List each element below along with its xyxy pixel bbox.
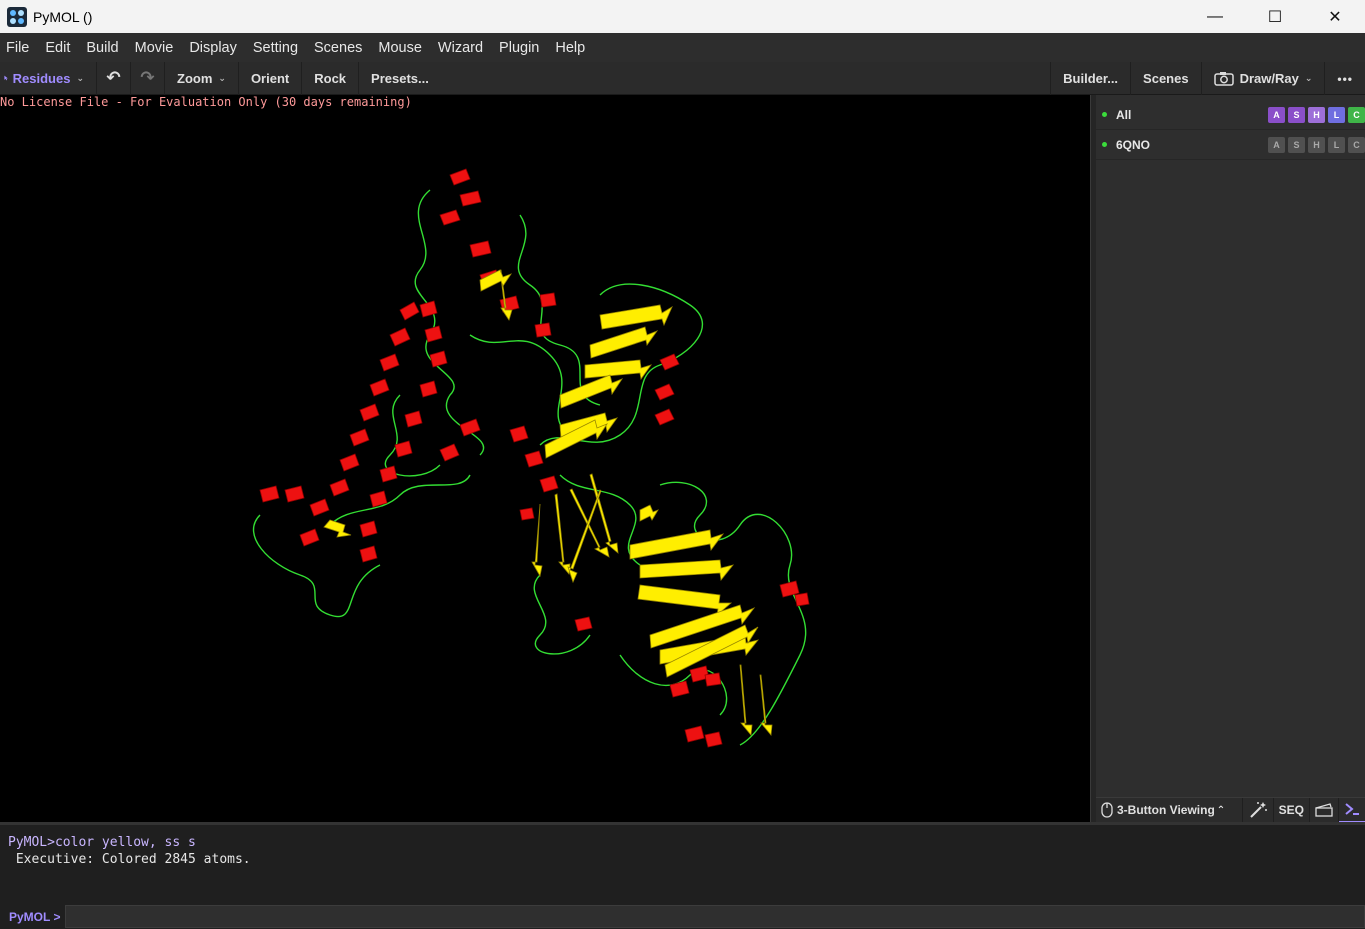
terminal-prompt-icon [1345,803,1359,815]
chevron-down-icon: ⌄ [1304,73,1313,83]
chevron-up-icon: ⌃ [1216,804,1226,816]
magic-wand-button[interactable] [1243,797,1274,823]
toolbar: Residues ⌄ ↶ ↷ Zoom ⌄ Orient Rock Presets… [0,61,1365,95]
rock-button[interactable]: Rock [302,61,360,95]
close-button[interactable]: ✕ [1305,0,1365,33]
mouse-mode-dropdown[interactable]: 3-Button Viewing ⌃ [1096,797,1243,823]
helix-segments [259,168,810,748]
pymol-prompt-label: PyMOL > [9,909,61,924]
menu-setting[interactable]: Setting [253,40,298,56]
chevron-down-icon: ⌄ [76,72,84,83]
label-button[interactable]: L [1328,137,1345,153]
console-output: PyMOL>color yellow, ss s Executive: Colo… [0,822,1365,907]
show-button[interactable]: S [1288,107,1305,123]
command-input[interactable] [65,905,1365,928]
loop-segments [253,189,807,746]
action-button[interactable]: A [1268,137,1285,153]
menu-display[interactable]: Display [189,40,237,56]
object-row-all[interactable]: All A S H L C [1096,100,1365,130]
mouse-mode-label: 3-Button Viewing [1117,803,1215,817]
menu-plugin[interactable]: Plugin [499,40,539,56]
undo-button[interactable]: ↶ [97,61,131,95]
magic-wand-icon [1249,802,1267,818]
label-button[interactable]: L [1328,107,1345,123]
action-button[interactable]: A [1268,107,1285,123]
menu-mouse[interactable]: Mouse [378,40,422,56]
window-controls: — ☐ ✕ [1185,0,1365,33]
presets-button[interactable]: Presets... [359,62,441,95]
show-button[interactable]: S [1288,137,1305,153]
menu-scenes[interactable]: Scenes [314,40,362,56]
protein-cartoon [253,168,810,748]
movie-panel-button[interactable] [1310,797,1339,823]
window-title: PyMOL () [33,8,93,25]
selection-mode-dropdown[interactable]: Residues ⌄ [0,61,97,95]
command-input-bar: PyMOL > [0,904,1365,929]
object-name[interactable]: All [1116,108,1131,122]
menu-file[interactable]: File [6,40,29,56]
maximize-button[interactable]: ☐ [1245,0,1305,33]
redo-icon: ↷ [140,68,155,87]
command-line-toggle[interactable] [1339,798,1365,823]
license-warning: No License File - For Evaluation Only (3… [0,95,412,109]
object-row-6qno[interactable]: 6QNO A S H L C [1096,130,1365,160]
cursor-arrow-icon [4,75,8,81]
object-action-buttons: A S H L C [1265,107,1365,123]
minimize-button[interactable]: — [1185,0,1245,33]
undo-icon: ↶ [106,68,121,87]
menu-bar: File Edit Build Movie Display Setting Sc… [0,33,1365,62]
menu-movie[interactable]: Movie [135,40,174,56]
draw-ray-label: Draw/Ray [1239,71,1299,86]
color-button[interactable]: C [1348,107,1365,123]
toolbar-right-group: Builder... Scenes Draw/Ray ⌄ ••• [1050,62,1365,95]
mouse-icon [1101,802,1113,818]
title-bar: PyMOL () — ☐ ✕ [0,0,1365,33]
zoom-button[interactable]: Zoom ⌄ [165,61,239,95]
hide-button[interactable]: H [1308,137,1325,153]
orient-button[interactable]: Orient [239,61,303,95]
draw-ray-button[interactable]: Draw/Ray ⌄ [1200,62,1325,95]
enabled-indicator-icon[interactable] [1102,142,1107,147]
builder-button[interactable]: Builder... [1050,62,1130,95]
object-action-buttons: A S H L C [1265,137,1365,153]
color-button[interactable]: C [1348,137,1365,153]
console-result-line: Executive: Colored 2845 atoms. [8,852,251,867]
object-panel: All A S H L C 6QNO A S H L C [1096,95,1365,797]
selection-mode-label: Residues [12,70,71,86]
camera-icon [1213,72,1234,86]
redo-button[interactable]: ↷ [131,61,165,95]
pymol-app-icon [7,6,27,27]
molecule-viewport[interactable]: No License File - For Evaluation Only (3… [0,95,1090,822]
scenes-button[interactable]: Scenes [1130,62,1201,95]
viewer-controls-bar: 3-Button Viewing ⌃ SEQ [1096,797,1365,823]
enabled-indicator-icon[interactable] [1102,112,1107,117]
chevron-down-icon: ⌄ [218,72,226,83]
hide-button[interactable]: H [1308,107,1325,123]
more-options-button[interactable]: ••• [1324,62,1365,95]
sequence-toggle-button[interactable]: SEQ [1274,797,1310,823]
zoom-label: Zoom [177,70,213,86]
menu-help[interactable]: Help [555,40,585,56]
menu-build[interactable]: Build [86,40,118,56]
object-name[interactable]: 6QNO [1116,138,1150,152]
clapperboard-icon [1315,803,1333,817]
console-command-line: PyMOL>color yellow, ss s [8,835,196,850]
menu-wizard[interactable]: Wizard [438,40,483,56]
menu-edit[interactable]: Edit [45,40,70,56]
